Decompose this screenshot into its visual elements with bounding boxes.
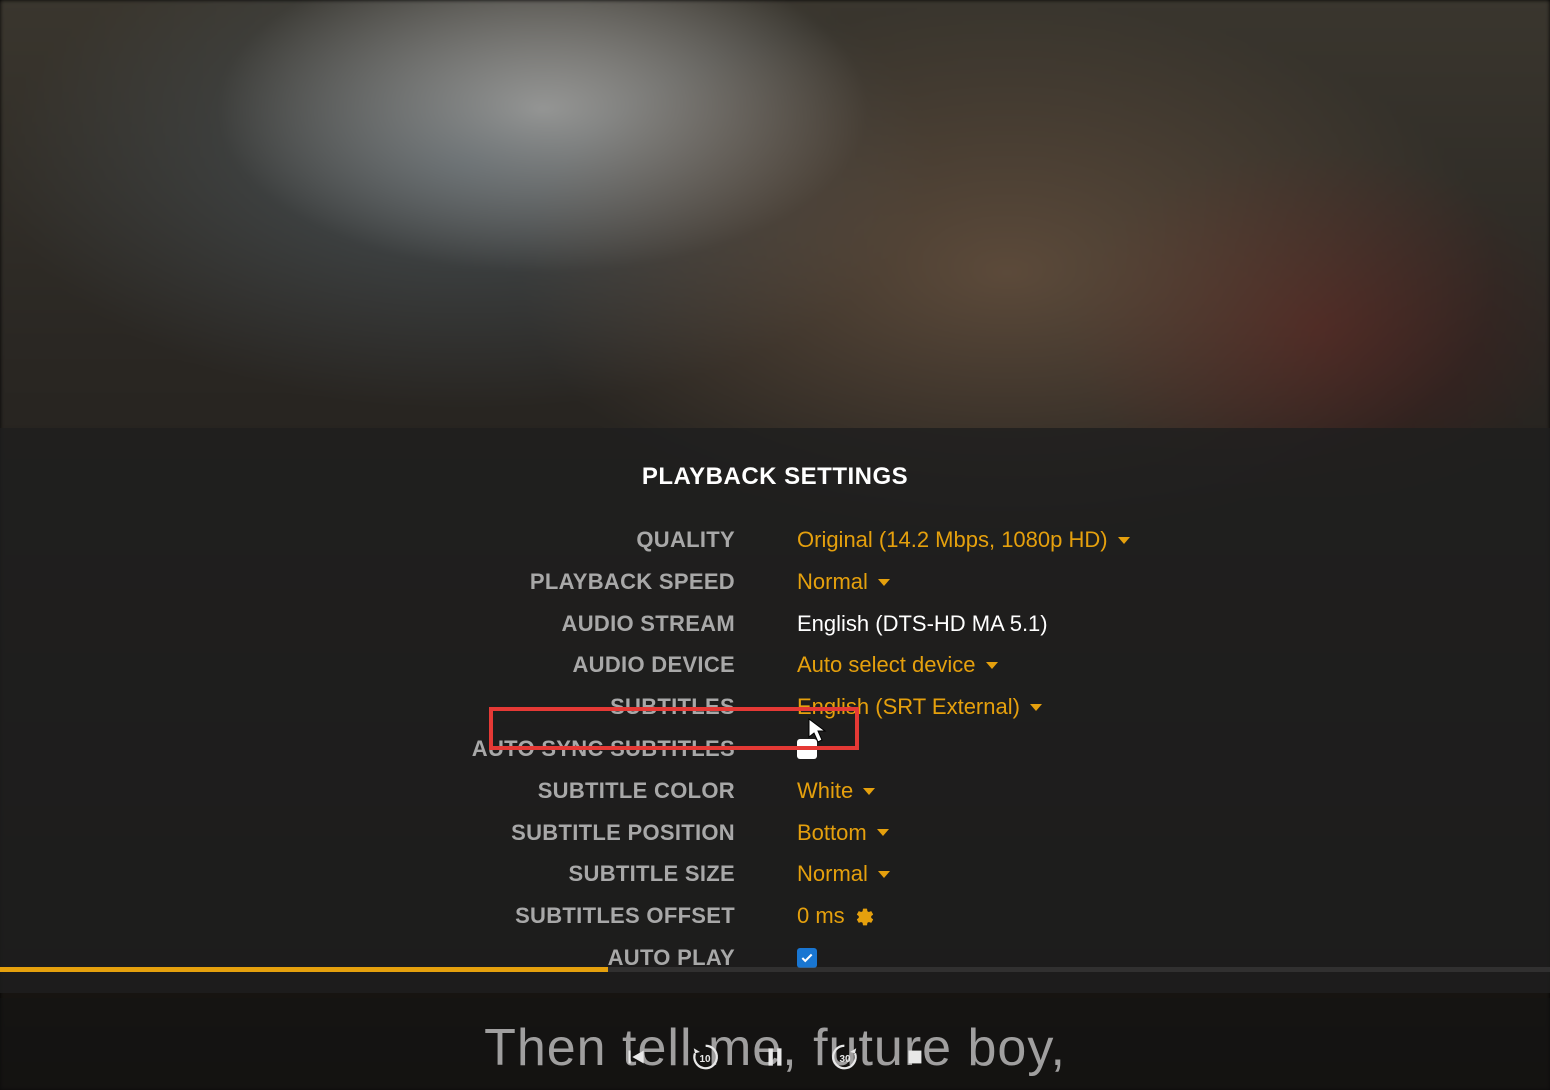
subtitles-dropdown[interactable]: English (SRT External) bbox=[797, 692, 1550, 723]
auto-play-checkbox[interactable] bbox=[797, 948, 817, 968]
subtitles-offset-label: SUBTITLES OFFSET bbox=[0, 901, 735, 932]
audio-stream-value: English (DTS-HD MA 5.1) bbox=[797, 609, 1550, 640]
audio-device-label: AUDIO DEVICE bbox=[0, 650, 735, 681]
audio-stream-label: AUDIO STREAM bbox=[0, 609, 735, 640]
chevron-down-icon bbox=[1118, 537, 1130, 544]
subtitle-color-dropdown[interactable]: White bbox=[797, 776, 1550, 807]
audio-device-dropdown[interactable]: Auto select device bbox=[797, 650, 1550, 681]
previous-button[interactable] bbox=[614, 1036, 656, 1078]
player-controls: 10 30 bbox=[0, 1036, 1550, 1078]
panel-title: PLAYBACK SETTINGS bbox=[0, 463, 1550, 491]
playback-speed-label: PLAYBACK SPEED bbox=[0, 567, 735, 598]
quality-dropdown[interactable]: Original (14.2 Mbps, 1080p HD) bbox=[797, 525, 1550, 556]
svg-text:10: 10 bbox=[699, 1054, 711, 1065]
subtitle-size-dropdown[interactable]: Normal bbox=[797, 859, 1550, 890]
playback-speed-value: Normal bbox=[797, 567, 868, 598]
subtitle-size-label: SUBTITLE SIZE bbox=[0, 859, 735, 890]
chevron-down-icon bbox=[986, 662, 998, 669]
chevron-down-icon bbox=[863, 788, 875, 795]
subtitles-offset-value: 0 ms bbox=[797, 901, 845, 932]
chevron-down-icon bbox=[877, 829, 889, 836]
subtitle-position-label: SUBTITLE POSITION bbox=[0, 818, 735, 849]
seek-bar[interactable] bbox=[0, 967, 1550, 972]
playback-speed-dropdown[interactable]: Normal bbox=[797, 567, 1550, 598]
settings-grid: QUALITY Original (14.2 Mbps, 1080p HD) P… bbox=[0, 525, 1550, 974]
subtitle-position-value: Bottom bbox=[797, 818, 867, 849]
chevron-down-icon bbox=[1030, 704, 1042, 711]
subtitle-color-label: SUBTITLE COLOR bbox=[0, 776, 735, 807]
subtitle-color-value: White bbox=[797, 776, 853, 807]
playback-settings-panel: PLAYBACK SETTINGS QUALITY Original (14.2… bbox=[0, 428, 1550, 993]
svg-text:30: 30 bbox=[839, 1054, 851, 1065]
rewind-10-button[interactable]: 10 bbox=[684, 1036, 726, 1078]
chevron-down-icon bbox=[878, 579, 890, 586]
forward-30-button[interactable]: 30 bbox=[824, 1036, 866, 1078]
quality-value: Original (14.2 Mbps, 1080p HD) bbox=[797, 525, 1108, 556]
auto-sync-subtitles-label: AUTO SYNC SUBTITLES bbox=[0, 734, 735, 765]
subtitle-size-value: Normal bbox=[797, 859, 868, 890]
gear-icon[interactable] bbox=[855, 907, 875, 927]
quality-label: QUALITY bbox=[0, 525, 735, 556]
subtitles-value: English (SRT External) bbox=[797, 692, 1020, 723]
stop-button[interactable] bbox=[894, 1036, 936, 1078]
chevron-down-icon bbox=[878, 871, 890, 878]
audio-device-value: Auto select device bbox=[797, 650, 976, 681]
auto-sync-subtitles-checkbox[interactable] bbox=[797, 739, 817, 759]
subtitles-offset-control[interactable]: 0 ms bbox=[797, 901, 1550, 932]
play-pause-button[interactable] bbox=[754, 1036, 796, 1078]
subtitles-label: SUBTITLES bbox=[0, 692, 735, 723]
auto-sync-subtitles-control bbox=[797, 734, 1550, 765]
subtitle-position-dropdown[interactable]: Bottom bbox=[797, 818, 1550, 849]
seek-bar-fill bbox=[0, 967, 608, 972]
